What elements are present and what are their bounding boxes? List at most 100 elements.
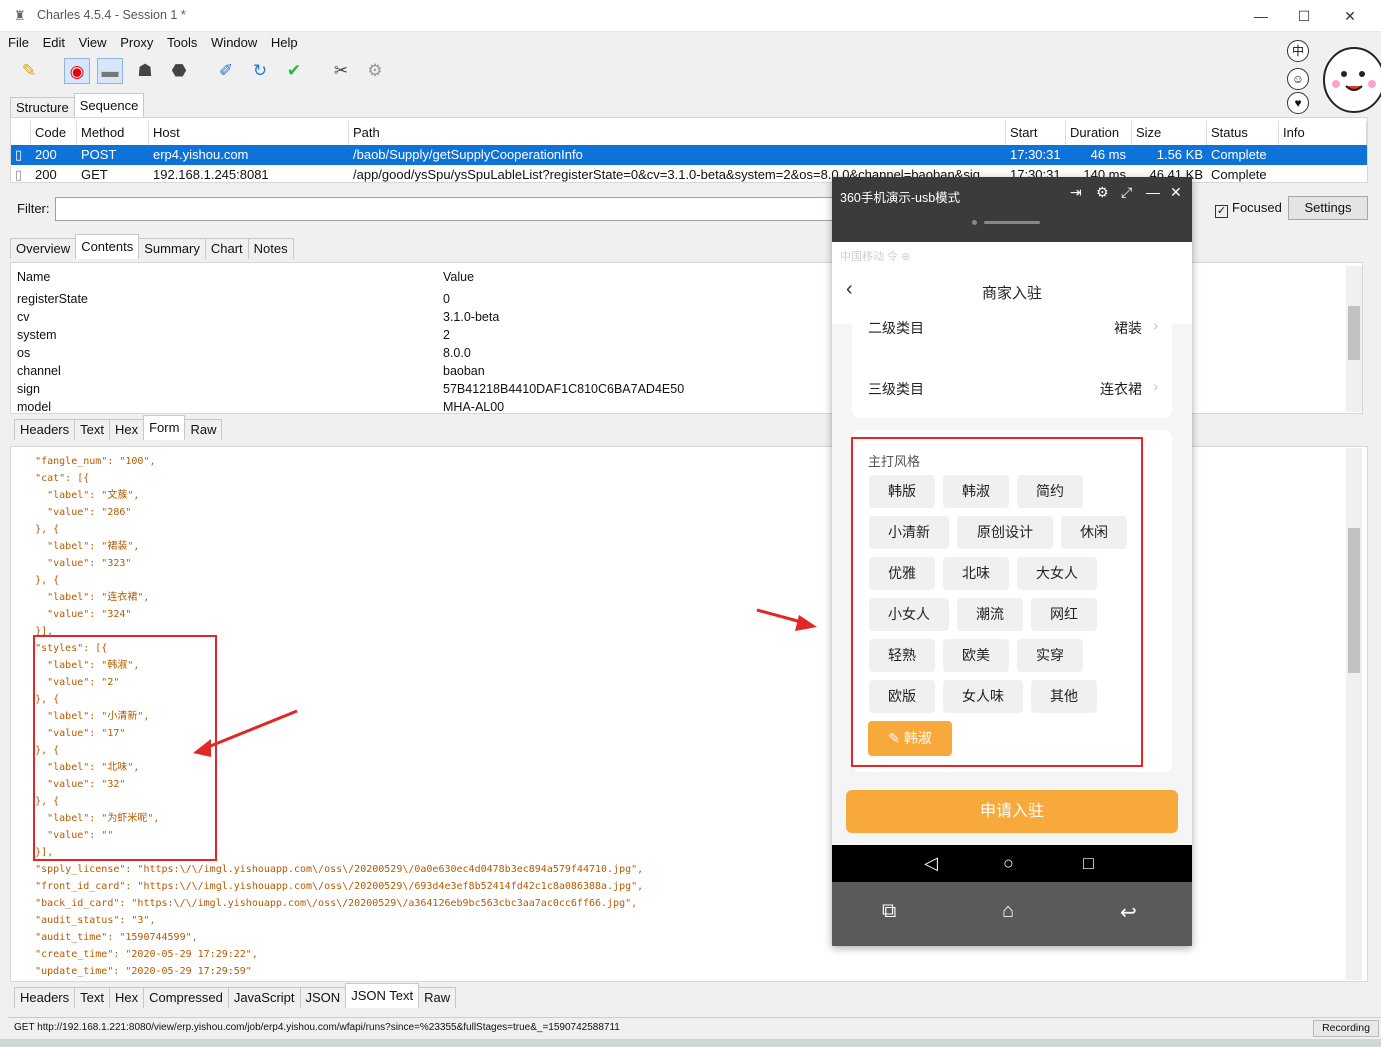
style-tag[interactable]: 实穿	[1017, 639, 1083, 672]
menu-view[interactable]: View	[79, 33, 107, 53]
tab-res-json-text[interactable]: JSON Text	[345, 983, 420, 1008]
tab-structure[interactable]: Structure	[10, 97, 75, 118]
tab-contents[interactable]: Contents	[75, 234, 140, 259]
tab-sequence[interactable]: Sequence	[73, 93, 145, 118]
param-row[interactable]: system 2	[11, 326, 841, 344]
tab-res-text[interactable]: Text	[74, 987, 110, 1008]
style-tag[interactable]: 原创设计	[957, 516, 1053, 549]
tools-icon[interactable]: ✂	[328, 58, 354, 84]
tab-req-raw[interactable]: Raw	[184, 419, 223, 440]
col-status[interactable]: Status	[1207, 121, 1279, 145]
refresh-icon[interactable]: ↻	[247, 58, 273, 84]
phone-drag-handle[interactable]	[832, 212, 1192, 242]
tab-req-hex[interactable]: Hex	[108, 419, 145, 440]
tab-notes[interactable]: Notes	[247, 238, 294, 259]
param-row[interactable]: cv 3.1.0-beta	[11, 308, 841, 326]
maximize-button[interactable]: ☐	[1281, 3, 1327, 29]
tab-req-text[interactable]: Text	[74, 419, 110, 440]
filter-input[interactable]	[55, 197, 855, 221]
list-item-category3[interactable]: 三级类目 连衣裙 ›	[868, 378, 1158, 399]
col-info[interactable]: Info	[1279, 121, 1367, 145]
multitask-icon[interactable]: ⧉	[882, 900, 896, 923]
style-tag[interactable]: 北味	[943, 557, 1009, 590]
check-icon[interactable]: ✔	[281, 58, 307, 84]
shirt-icon[interactable]: ♥	[1287, 92, 1309, 114]
col-path[interactable]: Path	[349, 121, 1006, 145]
tab-res-compressed[interactable]: Compressed	[143, 987, 229, 1008]
param-row[interactable]: os 8.0.0	[11, 344, 841, 362]
col-host[interactable]: Host	[149, 121, 349, 145]
tab-res-json[interactable]: JSON	[299, 987, 347, 1008]
style-tag[interactable]: 轻熟	[869, 639, 935, 672]
fullscreen-icon[interactable]: ⤢	[1121, 184, 1132, 201]
style-tag[interactable]: 小清新	[869, 516, 949, 549]
phone-settings-icon[interactable]: ⚙	[1096, 184, 1109, 201]
tab-req-headers[interactable]: Headers	[14, 419, 76, 440]
style-tag[interactable]: 简约	[1017, 475, 1083, 508]
style-tag[interactable]: 潮流	[957, 598, 1023, 631]
col-code[interactable]: Code	[31, 121, 77, 145]
minimize-button[interactable]: —	[1238, 3, 1284, 29]
phone-close-icon[interactable]: ✕	[1170, 184, 1182, 201]
style-tag[interactable]: 休闲	[1061, 516, 1127, 549]
menu-tools[interactable]: Tools	[167, 33, 197, 53]
tab-overview[interactable]: Overview	[10, 238, 77, 259]
table-row[interactable]: ▯ 200 POST erp4.yishou.com /baob/Supply/…	[11, 145, 1367, 165]
param-row[interactable]: registerState 0	[11, 290, 841, 308]
style-tag[interactable]: 韩版	[869, 475, 935, 508]
style-tag[interactable]: 网红	[1031, 598, 1097, 631]
tab-res-hex[interactable]: Hex	[108, 987, 145, 1008]
focused-checkbox[interactable]: ✓ Focused	[1215, 200, 1282, 218]
nav-back-icon[interactable]: ◁	[924, 853, 938, 874]
col-value[interactable]: Value	[443, 267, 474, 287]
tab-res-headers[interactable]: Headers	[14, 987, 76, 1008]
stop-icon[interactable]: ⬣	[166, 58, 192, 84]
style-tag[interactable]: 小女人	[869, 598, 949, 631]
style-tag[interactable]: 欧版	[869, 680, 935, 713]
col-start[interactable]: Start	[1006, 121, 1066, 145]
throttle-icon[interactable]: ▬	[97, 58, 123, 84]
tab-summary[interactable]: Summary	[138, 238, 206, 259]
param-row[interactable]: model MHA-AL00	[11, 398, 841, 416]
menu-file[interactable]: File	[8, 33, 29, 53]
tab-res-javascript[interactable]: JavaScript	[227, 987, 301, 1008]
menu-help[interactable]: Help	[271, 33, 298, 53]
param-row[interactable]: sign 57B41218B4410DAF1C810C6BA7AD4E50	[11, 380, 841, 398]
input-method-icon[interactable]: 中	[1287, 40, 1309, 62]
menu-proxy[interactable]: Proxy	[120, 33, 153, 53]
col-size[interactable]: Size	[1132, 121, 1207, 145]
broom-icon[interactable]: ✎	[16, 58, 42, 84]
style-tag[interactable]: 韩淑	[943, 475, 1009, 508]
style-tag[interactable]: 欧美	[943, 639, 1009, 672]
record-icon[interactable]: ◉	[64, 58, 90, 84]
turtle-icon[interactable]: ☗	[132, 58, 158, 84]
tab-req-form[interactable]: Form	[143, 415, 186, 440]
json-scrollbar[interactable]	[1346, 448, 1362, 980]
style-tag[interactable]: 大女人	[1017, 557, 1097, 590]
pen-icon[interactable]: ✐	[213, 58, 239, 84]
nav-home-icon[interactable]: ○	[1003, 853, 1014, 874]
gear-icon[interactable]: ⚙	[362, 58, 388, 84]
style-tag[interactable]: 女人味	[943, 680, 1023, 713]
menu-edit[interactable]: Edit	[43, 33, 65, 53]
close-button[interactable]: ✕	[1327, 3, 1373, 29]
phone-minimize-icon[interactable]: —	[1146, 184, 1160, 200]
home-icon[interactable]: ⌂	[1002, 900, 1014, 923]
tab-chart[interactable]: Chart	[204, 238, 249, 259]
return-icon[interactable]: ↩	[1120, 900, 1137, 925]
custom-style-tag-selected[interactable]: ✎ 韩淑	[868, 721, 952, 756]
col-duration[interactable]: Duration	[1066, 121, 1132, 145]
apply-button[interactable]: 申请入驻	[846, 790, 1178, 833]
style-tag[interactable]: 其他	[1031, 680, 1097, 713]
col-method[interactable]: Method	[77, 121, 149, 145]
settings-button[interactable]: Settings	[1288, 196, 1368, 220]
tab-res-raw[interactable]: Raw	[418, 987, 457, 1008]
style-tag[interactable]: 优雅	[869, 557, 935, 590]
nav-recents-icon[interactable]: □	[1083, 853, 1094, 874]
params-scrollbar[interactable]	[1346, 266, 1362, 412]
param-row[interactable]: channel baoban	[11, 362, 841, 380]
menu-window[interactable]: Window	[211, 33, 257, 53]
list-item-category2[interactable]: 二级类目 裙装 ›	[868, 317, 1158, 338]
smile-icon[interactable]: ☺	[1287, 68, 1309, 90]
pin-icon[interactable]: ⇥	[1070, 184, 1082, 201]
